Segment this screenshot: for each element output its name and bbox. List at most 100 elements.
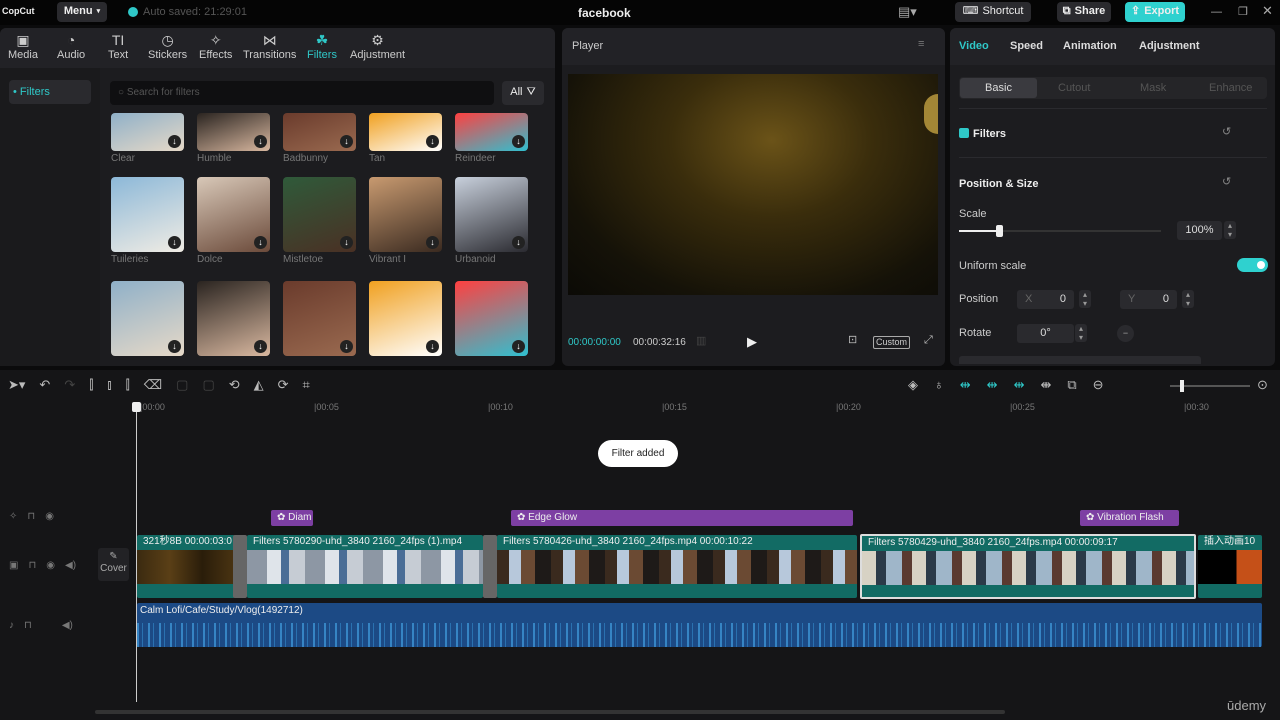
close-icon[interactable]: ✕ [1262, 3, 1273, 19]
eye-icon[interactable]: ◉ [45, 511, 54, 523]
subtab-enhance[interactable]: Enhance [1209, 82, 1252, 95]
video-clip[interactable]: 321秒8B 00:00:03:0 [137, 535, 235, 598]
filter-thumbnail[interactable]: ↓ [369, 113, 442, 151]
crop-icon[interactable]: ⌗ [303, 377, 310, 393]
rotate-dial[interactable]: − [1117, 325, 1134, 342]
video-clip[interactable]: Filters 5780290-uhd_3840 2160_24fps (1).… [247, 535, 483, 598]
search-input[interactable]: ○ Search for filters [110, 81, 494, 105]
download-icon[interactable]: ↓ [512, 135, 525, 148]
undo-icon[interactable]: ↶ [39, 377, 50, 393]
zoom-out-icon[interactable]: ⊖ [1093, 377, 1104, 393]
scale-field[interactable]: 100% [1177, 221, 1222, 240]
download-icon[interactable]: ↓ [340, 236, 353, 249]
filters-section-label[interactable]: Filters [973, 128, 1006, 141]
align-toolbar[interactable] [959, 356, 1201, 364]
position-y-stepper[interactable]: ▴ ▾ [1182, 290, 1194, 308]
download-icon[interactable]: ↓ [254, 236, 267, 249]
reset-icon[interactable]: ↺ [1222, 126, 1231, 139]
position-x-stepper[interactable]: ▴ ▾ [1079, 290, 1091, 308]
share-button[interactable]: ⧉ Share [1057, 2, 1111, 22]
filter-thumbnail[interactable]: ↓ [197, 281, 270, 356]
position-size-label[interactable]: Position & Size [959, 178, 1038, 191]
download-icon[interactable]: ↓ [340, 340, 353, 353]
linkage-icon[interactable]: ⇹ [1014, 377, 1025, 393]
tab-adjustment[interactable]: ⚙ Adjustment [350, 31, 405, 62]
download-icon[interactable]: ↓ [512, 236, 525, 249]
redo-icon[interactable]: ↷ [64, 377, 75, 393]
video-preview[interactable] [568, 74, 938, 295]
filter-thumbnail[interactable]: ↓ [455, 281, 528, 356]
sidebar-item-filters[interactable]: • Filters [9, 80, 91, 104]
filter-thumbnail[interactable]: ↓ [283, 113, 356, 151]
lock-icon[interactable]: ⊓ [24, 620, 32, 632]
filter-thumbnail[interactable]: ↓ [111, 113, 184, 151]
filter-category-dropdown[interactable]: All ⛛ [502, 81, 544, 105]
microphone-icon[interactable]: ♁ [934, 377, 944, 393]
delete-icon[interactable]: ⌫ [144, 377, 162, 393]
tab-media[interactable]: ▣ Media [8, 31, 38, 62]
split-icon[interactable]: ⫿ [89, 377, 93, 393]
speaker-icon[interactable]: ◀) [65, 560, 76, 572]
mirror-icon[interactable]: ◭ [254, 377, 264, 393]
split-right-icon[interactable]: ⫿ [126, 377, 130, 393]
filter-thumbnail[interactable]: ↓ [283, 281, 356, 356]
uniform-scale-toggle[interactable] [1237, 258, 1268, 272]
filters-checkbox[interactable] [959, 128, 969, 138]
scale-slider[interactable] [959, 225, 1161, 237]
select-cursor-icon[interactable]: ➤▾ [8, 377, 25, 393]
audio-clip[interactable]: Calm Lofi/Cafe/Study/Vlog(1492712) [137, 603, 1262, 647]
download-icon[interactable]: ↓ [426, 340, 439, 353]
tab-audio[interactable]: ◔ Audio [57, 31, 85, 62]
zoom-slider[interactable] [1170, 380, 1250, 392]
download-icon[interactable]: ↓ [340, 135, 353, 148]
rotate-icon[interactable]: ⟳ [278, 377, 289, 393]
position-y-field[interactable]: Y0 [1120, 290, 1177, 309]
freeze-icon[interactable]: ▢ [176, 377, 188, 393]
align-icon[interactable]: ⇼ [1040, 377, 1051, 393]
timeline-scrollbar[interactable] [95, 710, 1005, 714]
fullscreen-icon[interactable]: ⤢ [924, 334, 933, 347]
tab-stickers[interactable]: ◷ Stickers [148, 31, 187, 62]
scale-stepper[interactable]: ▴ ▾ [1224, 221, 1236, 239]
filter-thumbnail[interactable]: ↓ [369, 281, 442, 356]
scale-slider-handle[interactable] [996, 225, 1004, 237]
preview-axis-icon[interactable]: ⧉ [1067, 377, 1076, 393]
magnet-icon[interactable]: ⇹ [987, 377, 998, 393]
minimize-icon[interactable]: — [1211, 4, 1222, 20]
filter-thumbnail[interactable]: ↓ [455, 113, 528, 151]
effect-clip-edge-glow[interactable]: ✿ Edge Glow [511, 510, 853, 526]
tab-text[interactable]: TI Text [108, 31, 128, 62]
eye-icon[interactable]: ◉ [46, 560, 55, 572]
cover-button[interactable]: ✎ Cover [98, 548, 129, 581]
rotate-stepper[interactable]: ▴ ▾ [1075, 324, 1087, 342]
link-main-track-icon[interactable]: ⇹ [960, 377, 971, 393]
tab-video[interactable]: Video [959, 40, 989, 53]
speaker-icon[interactable]: ◀) [62, 620, 73, 632]
lock-icon[interactable]: ⊓ [28, 560, 36, 572]
download-icon[interactable]: ↓ [168, 236, 181, 249]
tab-filters[interactable]: ☘ Filters [307, 31, 337, 62]
reset-icon[interactable]: ↺ [1222, 176, 1231, 189]
aspect-ratio-button[interactable]: Custom [873, 336, 911, 349]
filter-thumbnail[interactable]: ↓ [197, 177, 270, 252]
download-icon[interactable]: ↓ [168, 135, 181, 148]
subtab-mask[interactable]: Mask [1140, 82, 1166, 95]
download-icon[interactable]: ↓ [426, 236, 439, 249]
filter-thumbnail[interactable]: ↓ [197, 113, 270, 151]
download-icon[interactable]: ↓ [512, 340, 525, 353]
filter-thumbnail[interactable]: ↓ [111, 177, 184, 252]
transition-marker[interactable] [233, 535, 247, 598]
download-icon[interactable]: ↓ [254, 135, 267, 148]
download-icon[interactable]: ↓ [426, 135, 439, 148]
layout-icon[interactable]: ▤▾ [898, 4, 917, 20]
effect-clip-diam[interactable]: ✿ Diam [271, 510, 313, 526]
fit-timeline-icon[interactable]: ⊙ [1257, 377, 1268, 393]
shortcut-button[interactable]: ⌨ Shortcut [955, 2, 1031, 22]
filter-thumbnail[interactable]: ↓ [111, 281, 184, 356]
download-icon[interactable]: ↓ [168, 340, 181, 353]
position-x-field[interactable]: X0 [1017, 290, 1074, 309]
maximize-icon[interactable]: ❐ [1238, 4, 1248, 20]
tab-speed[interactable]: Speed [1010, 40, 1043, 53]
transition-marker[interactable] [483, 535, 497, 598]
player-menu-icon[interactable]: ≡ [918, 38, 924, 51]
